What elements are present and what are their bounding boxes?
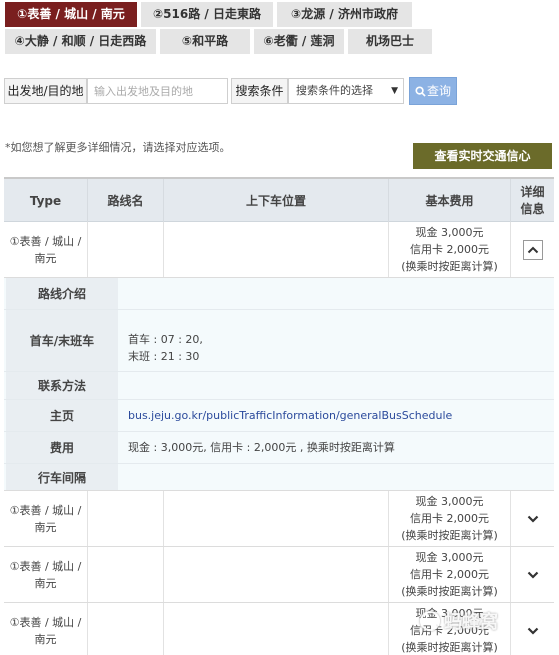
watermark: 蚂蜂窝 xyxy=(420,608,498,634)
search-button-label: 查询 xyxy=(426,84,451,98)
route-detail-panel: 路线介绍 首车/末班车 首车 : 07 : 20, 末班 : 21 : 30 联系… xyxy=(4,278,554,491)
col-route-name: 路线名 xyxy=(88,179,164,222)
fee-cash: 现金 3,000元 xyxy=(415,495,484,508)
search-button[interactable]: 查询 xyxy=(409,77,457,105)
basic-fee: 现金 3,000元 信用卡 2,000元 (换乘时按距离计算) xyxy=(389,491,511,546)
condition-select[interactable]: 搜索条件的选择 ▼ xyxy=(288,78,404,104)
route-name xyxy=(88,222,164,277)
tab-route-5[interactable]: ⑤和平路 xyxy=(160,29,250,54)
fee-label: 费用 xyxy=(6,432,118,463)
watermark-logo-icon xyxy=(420,611,440,631)
fee-note: (换乘时按距离计算) xyxy=(401,641,498,654)
detail-row-fee: 费用 现金 : 3,000元, 信用卡 : 2,000元 , 换乘时按距离计算 xyxy=(4,431,554,463)
search-bar: 出发地/目的地 搜索条件 搜索条件的选择 ▼ 查询 xyxy=(0,77,559,105)
tab-route-2[interactable]: ②516路 / 日走東路 xyxy=(141,2,273,27)
last-bus-time: 末班 : 21 : 30 xyxy=(128,349,200,363)
route-type: ①表善 / 城山 / 南元 xyxy=(4,222,88,277)
route-name xyxy=(88,547,164,602)
collapse-details-button[interactable] xyxy=(522,239,543,260)
col-type: Type xyxy=(4,179,88,222)
watermark-text: 蚂蜂窝 xyxy=(444,612,498,633)
route-name xyxy=(88,603,164,655)
details-cell xyxy=(511,603,554,655)
table-header: Type 路线名 上下车位置 基本费用 详细信息 xyxy=(4,179,554,222)
fee-cash: 现金 3,000元 xyxy=(415,226,484,239)
tab-route-3[interactable]: ③龙源 / 济州市政府 xyxy=(277,2,412,27)
details-cell xyxy=(511,491,554,546)
fee-card: 信用卡 2,000元 xyxy=(410,243,489,256)
origin-label: 出发地/目的地 xyxy=(4,78,87,104)
tab-route-1[interactable]: ①表善 / 城山 / 南元 xyxy=(5,2,137,27)
expand-details-button[interactable] xyxy=(523,621,543,641)
col-stop-location: 上下车位置 xyxy=(164,179,389,222)
fee-note: (换乘时按距离计算) xyxy=(401,529,498,542)
interval-value xyxy=(118,464,554,490)
origin-input[interactable] xyxy=(87,78,228,104)
expand-details-button[interactable] xyxy=(523,509,543,529)
info-note: *如您想了解更多详细情况，请选择对应选项。 xyxy=(5,141,231,154)
route-type: ①表善 / 城山 / 南元 xyxy=(4,547,88,602)
table-row: ①表善 / 城山 / 南元 现金 3,000元 信用卡 2,000元 (换乘时按距离… xyxy=(4,222,554,278)
fee-cash: 现金 3,000元 xyxy=(415,551,484,564)
condition-label: 搜索条件 xyxy=(231,78,288,104)
realtime-traffic-button[interactable]: 查看实时交通信心 xyxy=(413,143,552,169)
details-cell xyxy=(511,222,554,277)
fee-note: (换乘时按距离计算) xyxy=(401,585,498,598)
schedule-value: 首车 : 07 : 20, 末班 : 21 : 30 xyxy=(118,310,554,371)
intro-value xyxy=(118,278,554,309)
homepage-value: bus.jeju.go.kr/publicTrafficInformation/… xyxy=(118,400,554,431)
detail-row-interval: 行车间隔 xyxy=(4,463,554,490)
col-basic-fee: 基本费用 xyxy=(389,179,511,222)
chevron-down-icon xyxy=(527,515,538,523)
contact-label: 联系方法 xyxy=(6,372,118,399)
detail-row-homepage: 主页 bus.jeju.go.kr/publicTrafficInformati… xyxy=(4,399,554,431)
basic-fee: 现金 3,000元 信用卡 2,000元 (换乘时按距离计算) xyxy=(389,222,511,277)
fee-card: 信用卡 2,000元 xyxy=(410,512,489,525)
tab-route-6[interactable]: ⑥老衢 / 莲洞 xyxy=(254,29,344,54)
condition-select-value: 搜索条件的选择 xyxy=(296,84,373,97)
fee-value: 现金 : 3,000元, 信用卡 : 2,000元 , 换乘时按距离计算 xyxy=(128,441,395,454)
homepage-link[interactable]: bus.jeju.go.kr/publicTrafficInformation/… xyxy=(128,407,452,424)
route-name xyxy=(88,491,164,546)
interval-label: 行车间隔 xyxy=(6,464,118,490)
fee-card: 信用卡 2,000元 xyxy=(410,568,489,581)
details-cell xyxy=(511,547,554,602)
stop-location xyxy=(164,222,389,277)
route-type: ①表善 / 城山 / 南元 xyxy=(4,491,88,546)
homepage-label: 主页 xyxy=(6,400,118,431)
detail-row-contact: 联系方法 xyxy=(4,371,554,399)
col-details: 详细信息 xyxy=(520,184,545,216)
search-icon xyxy=(415,86,426,97)
stop-location xyxy=(164,491,389,546)
table-row: ①表善 / 城山 / 南元 现金 3,000元 信用卡 2,000元 (换乘时按距离… xyxy=(4,547,554,603)
chevron-up-icon xyxy=(527,246,538,253)
fee-note: (换乘时按距离计算) xyxy=(401,260,498,273)
chevron-down-icon: ▼ xyxy=(391,86,398,96)
route-tabs: ①表善 / 城山 / 南元 ②516路 / 日走東路 ③龙源 / 济州市政府 ④… xyxy=(0,0,559,56)
route-table: Type 路线名 上下车位置 基本费用 详细信息 ①表善 / 城山 / 南元 现… xyxy=(4,177,554,655)
route-type: ①表善 / 城山 / 南元 xyxy=(4,603,88,655)
contact-value xyxy=(118,372,554,399)
schedule-label: 首车/末班车 xyxy=(6,310,118,371)
stop-location xyxy=(164,547,389,602)
expand-details-button[interactable] xyxy=(523,565,543,585)
detail-row-intro: 路线介绍 xyxy=(4,278,554,309)
chevron-down-icon xyxy=(527,571,538,579)
tab-airport-bus[interactable]: 机场巴士 xyxy=(348,29,432,54)
chevron-down-icon xyxy=(527,627,538,635)
intro-label: 路线介绍 xyxy=(6,278,118,309)
detail-row-schedule: 首车/末班车 首车 : 07 : 20, 末班 : 21 : 30 xyxy=(4,309,554,371)
tab-route-4[interactable]: ④大静 / 和顺 / 日走西路 xyxy=(5,29,156,54)
first-bus-time: 首车 : 07 : 20, xyxy=(128,332,203,346)
table-row: ①表善 / 城山 / 南元 现金 3,000元 信用卡 2,000元 (换乘时按距离… xyxy=(4,491,554,547)
basic-fee: 现金 3,000元 信用卡 2,000元 (换乘时按距离计算) xyxy=(389,547,511,602)
stop-location xyxy=(164,603,389,655)
